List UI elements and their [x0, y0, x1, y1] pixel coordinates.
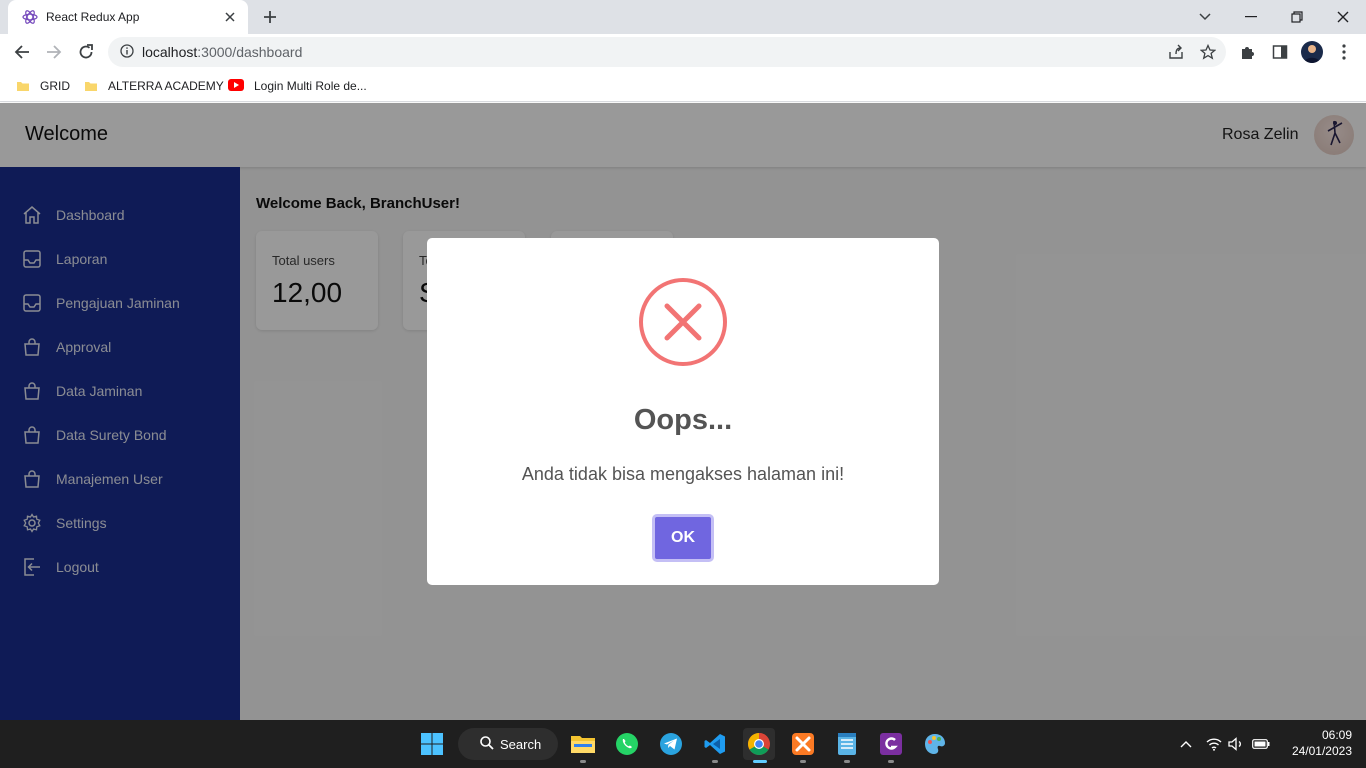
bookmark-alterra-academy[interactable]: ALTERRA ACADEMY — [84, 76, 224, 96]
wifi-icon[interactable] — [1204, 734, 1224, 754]
browser-tab-bar: React Redux App — [0, 0, 1366, 34]
pdf-reader-icon[interactable] — [875, 728, 907, 760]
windows-taskbar: Search 06:09 24/01/2023 — [0, 720, 1366, 768]
battery-icon[interactable] — [1251, 734, 1271, 754]
tab-close-icon[interactable] — [222, 9, 238, 25]
url-host: localhost — [142, 44, 198, 60]
address-bar[interactable]: localhost:3000/dashboard — [108, 37, 1226, 67]
bookmarks-bar: GRID ALTERRA ACADEMY Login Multi Role de… — [0, 70, 1366, 102]
browser-tab[interactable]: React Redux App — [8, 0, 248, 34]
forward-arrow-icon[interactable] — [42, 40, 66, 64]
running-indicator — [888, 760, 894, 763]
app-root: Welcome Rosa Zelin Dashboard Laporan Pen… — [0, 103, 1366, 720]
dialog-message: Anda tidak bisa mengakses halaman ini! — [521, 464, 845, 484]
share-icon[interactable] — [1164, 40, 1188, 64]
site-info-icon[interactable] — [120, 43, 134, 62]
search-icon — [480, 735, 494, 754]
running-indicator — [844, 760, 850, 763]
url-path: :3000/dashboard — [197, 44, 303, 60]
folder-icon — [84, 79, 98, 93]
minimize-icon[interactable] — [1228, 0, 1274, 34]
browser-toolbar: localhost:3000/dashboard — [0, 34, 1366, 70]
url-text: localhost:3000/dashboard — [142, 44, 302, 60]
profile-avatar[interactable] — [1301, 41, 1323, 63]
notepad-icon[interactable] — [831, 728, 863, 760]
bookmark-star-icon[interactable] — [1196, 40, 1220, 64]
back-arrow-icon[interactable] — [10, 40, 34, 64]
file-explorer-icon[interactable] — [567, 728, 599, 760]
folder-icon — [16, 79, 30, 93]
bookmark-label: Login Multi Role de... — [254, 79, 367, 93]
error-dialog: Oops... Anda tidak bisa mengakses halama… — [427, 238, 939, 585]
ok-button[interactable]: OK — [652, 514, 714, 562]
reload-icon[interactable] — [74, 40, 98, 64]
bookmark-label: GRID — [40, 79, 70, 93]
telegram-icon[interactable] — [655, 728, 687, 760]
chrome-icon[interactable] — [743, 728, 775, 760]
taskbar-search[interactable]: Search — [458, 728, 558, 760]
taskbar-clock[interactable]: 06:09 24/01/2023 — [1280, 727, 1352, 759]
restore-icon[interactable] — [1274, 0, 1320, 34]
window-close-icon[interactable] — [1320, 0, 1366, 34]
running-indicator — [712, 760, 718, 763]
new-tab-plus-icon[interactable] — [258, 5, 282, 29]
bookmark-login-multi-role[interactable]: Login Multi Role de... — [228, 76, 367, 96]
running-indicator — [580, 760, 586, 763]
clock-date: 24/01/2023 — [1291, 744, 1352, 758]
vscode-icon[interactable] — [699, 728, 731, 760]
active-indicator — [753, 760, 767, 763]
tray-chevron-up-icon[interactable] — [1176, 734, 1196, 754]
whatsapp-icon[interactable] — [611, 728, 643, 760]
paint-icon[interactable] — [919, 728, 951, 760]
windows-start-icon[interactable] — [416, 728, 448, 760]
dialog-title: Oops... — [633, 404, 733, 436]
bookmark-label: ALTERRA ACADEMY — [108, 79, 224, 93]
screen: React Redux App localhost:3000/dashboard… — [0, 0, 1366, 768]
error-x-icon — [639, 278, 727, 366]
volume-icon[interactable] — [1226, 734, 1246, 754]
taskbar-search-label: Search — [500, 736, 542, 752]
xampp-icon[interactable] — [787, 728, 819, 760]
running-indicator — [800, 760, 806, 763]
tab-search-chevron-icon[interactable] — [1182, 0, 1228, 34]
extensions-puzzle-icon[interactable] — [1236, 40, 1260, 64]
youtube-icon — [228, 79, 244, 93]
react-favicon-icon — [22, 9, 38, 25]
tab-title: React Redux App — [46, 10, 140, 24]
bookmark-grid[interactable]: GRID — [16, 76, 70, 96]
side-panel-icon[interactable] — [1268, 40, 1292, 64]
browser-menu-kebab-icon[interactable] — [1332, 40, 1356, 64]
clock-time: 06:09 — [1321, 728, 1352, 742]
